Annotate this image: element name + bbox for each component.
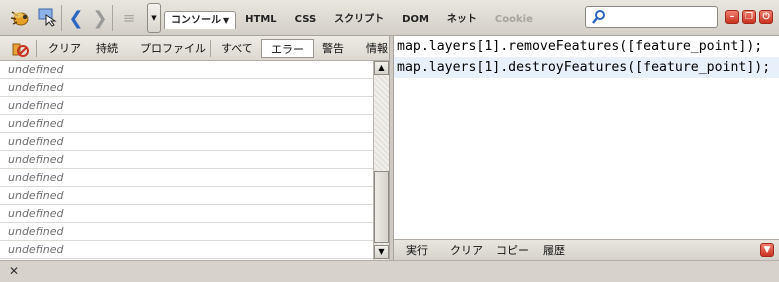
log-entry[interactable]: undefined [0, 133, 373, 151]
panel-tabs: コンソール ▼ HTML CSS スクリプト DOM ネット Cookie [164, 11, 542, 31]
log-scrollbar[interactable]: ▲ ▼ [373, 61, 389, 260]
toolbar-separator [61, 5, 62, 31]
command-editor[interactable]: map.layers[1].removeFeatures([feature_po… [394, 36, 779, 239]
log-entry[interactable]: undefined [0, 151, 373, 169]
filter-warning[interactable]: 警告 [322, 39, 344, 58]
back-icon[interactable]: ❮ [68, 8, 84, 29]
log-entry[interactable]: undefined [0, 205, 373, 223]
toolbar-separator [210, 40, 211, 57]
tab-css[interactable]: CSS [286, 11, 325, 29]
code-line[interactable]: map.layers[1].destroyFeatures([feature_p… [394, 57, 779, 78]
firebug-toolbar: ❮ ❯ ≡ ▼ コンソール ▼ HTML CSS スクリプト DOM ネット Co… [0, 0, 779, 36]
editor-toolbar: 実行 クリア コピー 履歴 ▼ [394, 239, 779, 260]
log-entry[interactable]: undefined [0, 79, 373, 97]
scroll-up-icon[interactable]: ▲ [374, 61, 389, 75]
run-button[interactable]: 実行 [406, 242, 428, 259]
firebug-icon[interactable] [8, 6, 32, 30]
scroll-down-icon[interactable]: ▼ [374, 245, 389, 259]
copy-button[interactable]: コピー [496, 242, 529, 259]
log-entry[interactable]: undefined [0, 115, 373, 133]
search-box[interactable] [585, 6, 718, 28]
minimize-icon[interactable]: – [725, 10, 739, 24]
clear-console-icon[interactable] [11, 40, 29, 58]
toolbar-separator [36, 40, 37, 57]
forward-icon[interactable]: ❯ [92, 8, 108, 29]
tab-console[interactable]: コンソール ▼ [164, 11, 237, 29]
profile-button[interactable]: プロファイル [140, 39, 206, 58]
log-entry[interactable]: undefined [0, 169, 373, 187]
status-bar: ✕ [0, 260, 779, 282]
close-icon[interactable]: ✕ [9, 264, 19, 278]
scroll-thumb[interactable] [374, 171, 389, 243]
log-entry[interactable]: undefined [0, 97, 373, 115]
filter-info[interactable]: 情報 [366, 39, 388, 58]
tab-script[interactable]: スクリプト [325, 11, 393, 29]
clear-button[interactable]: クリア [48, 39, 81, 58]
code-line[interactable]: map.layers[1].removeFeatures([feature_po… [394, 36, 779, 57]
filter-all[interactable]: すべて [221, 39, 253, 58]
tab-cookie[interactable]: Cookie [486, 11, 542, 29]
inspect-icon[interactable] [37, 7, 57, 27]
persist-button[interactable]: 持続 [96, 39, 118, 58]
history-button[interactable]: 履歴 [543, 242, 565, 259]
dropdown-arrow-icon[interactable]: ▼ [147, 3, 161, 33]
toolbar-separator [112, 5, 113, 31]
search-input[interactable] [610, 9, 714, 25]
log-entry[interactable]: undefined [0, 61, 373, 79]
close-editor-icon[interactable]: ▼ [760, 243, 774, 257]
log-entry[interactable]: undefined [0, 187, 373, 205]
editor-clear-button[interactable]: クリア [450, 242, 483, 259]
menu-icon[interactable]: ≡ [118, 7, 140, 29]
tab-html[interactable]: HTML [236, 11, 286, 29]
console-toolbar: クリア 持続 プロファイル すべて エラー 警告 情報 [0, 36, 392, 61]
tab-dom[interactable]: DOM [393, 11, 438, 29]
power-icon[interactable]: ⏻ [759, 10, 773, 24]
log-entry[interactable]: undefined [0, 241, 373, 259]
restore-icon[interactable]: ❐ [742, 10, 756, 24]
tab-net[interactable]: ネット [438, 11, 486, 29]
log-entry[interactable]: undefined [0, 223, 373, 241]
console-log: undefined undefined undefined undefined … [0, 61, 373, 260]
search-icon [591, 9, 607, 25]
filter-error[interactable]: エラー [261, 39, 314, 58]
chevron-down-icon: ▼ [223, 16, 230, 25]
